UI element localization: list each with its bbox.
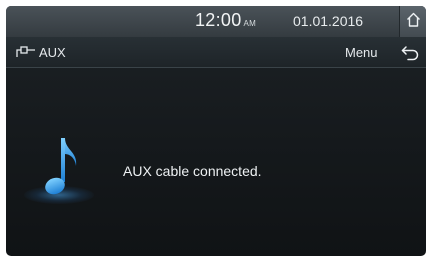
aux-plug-icon: [16, 46, 35, 57]
music-note-icon: [45, 138, 77, 195]
menu-button[interactable]: Menu: [345, 45, 378, 60]
display-screen: 12:00 AM 01.01.2016 AUX Menu AUX cable c…: [6, 6, 426, 256]
status-message: AUX cable connected.: [123, 163, 262, 179]
home-icon: [407, 12, 420, 27]
content-area: AUX cable connected.: [6, 68, 426, 256]
source-title: AUX: [39, 45, 66, 60]
clock-ampm: AM: [243, 19, 257, 28]
date-display: 01.01.2016: [293, 13, 364, 29]
status-bar: 12:00 AM 01.01.2016: [6, 6, 426, 37]
header-bar: AUX Menu: [6, 37, 426, 68]
back-arrow-icon[interactable]: [400, 44, 420, 62]
clock-time: 12:00: [195, 10, 242, 30]
clock: 12:00 AM: [195, 10, 256, 31]
home-button[interactable]: [399, 6, 426, 37]
